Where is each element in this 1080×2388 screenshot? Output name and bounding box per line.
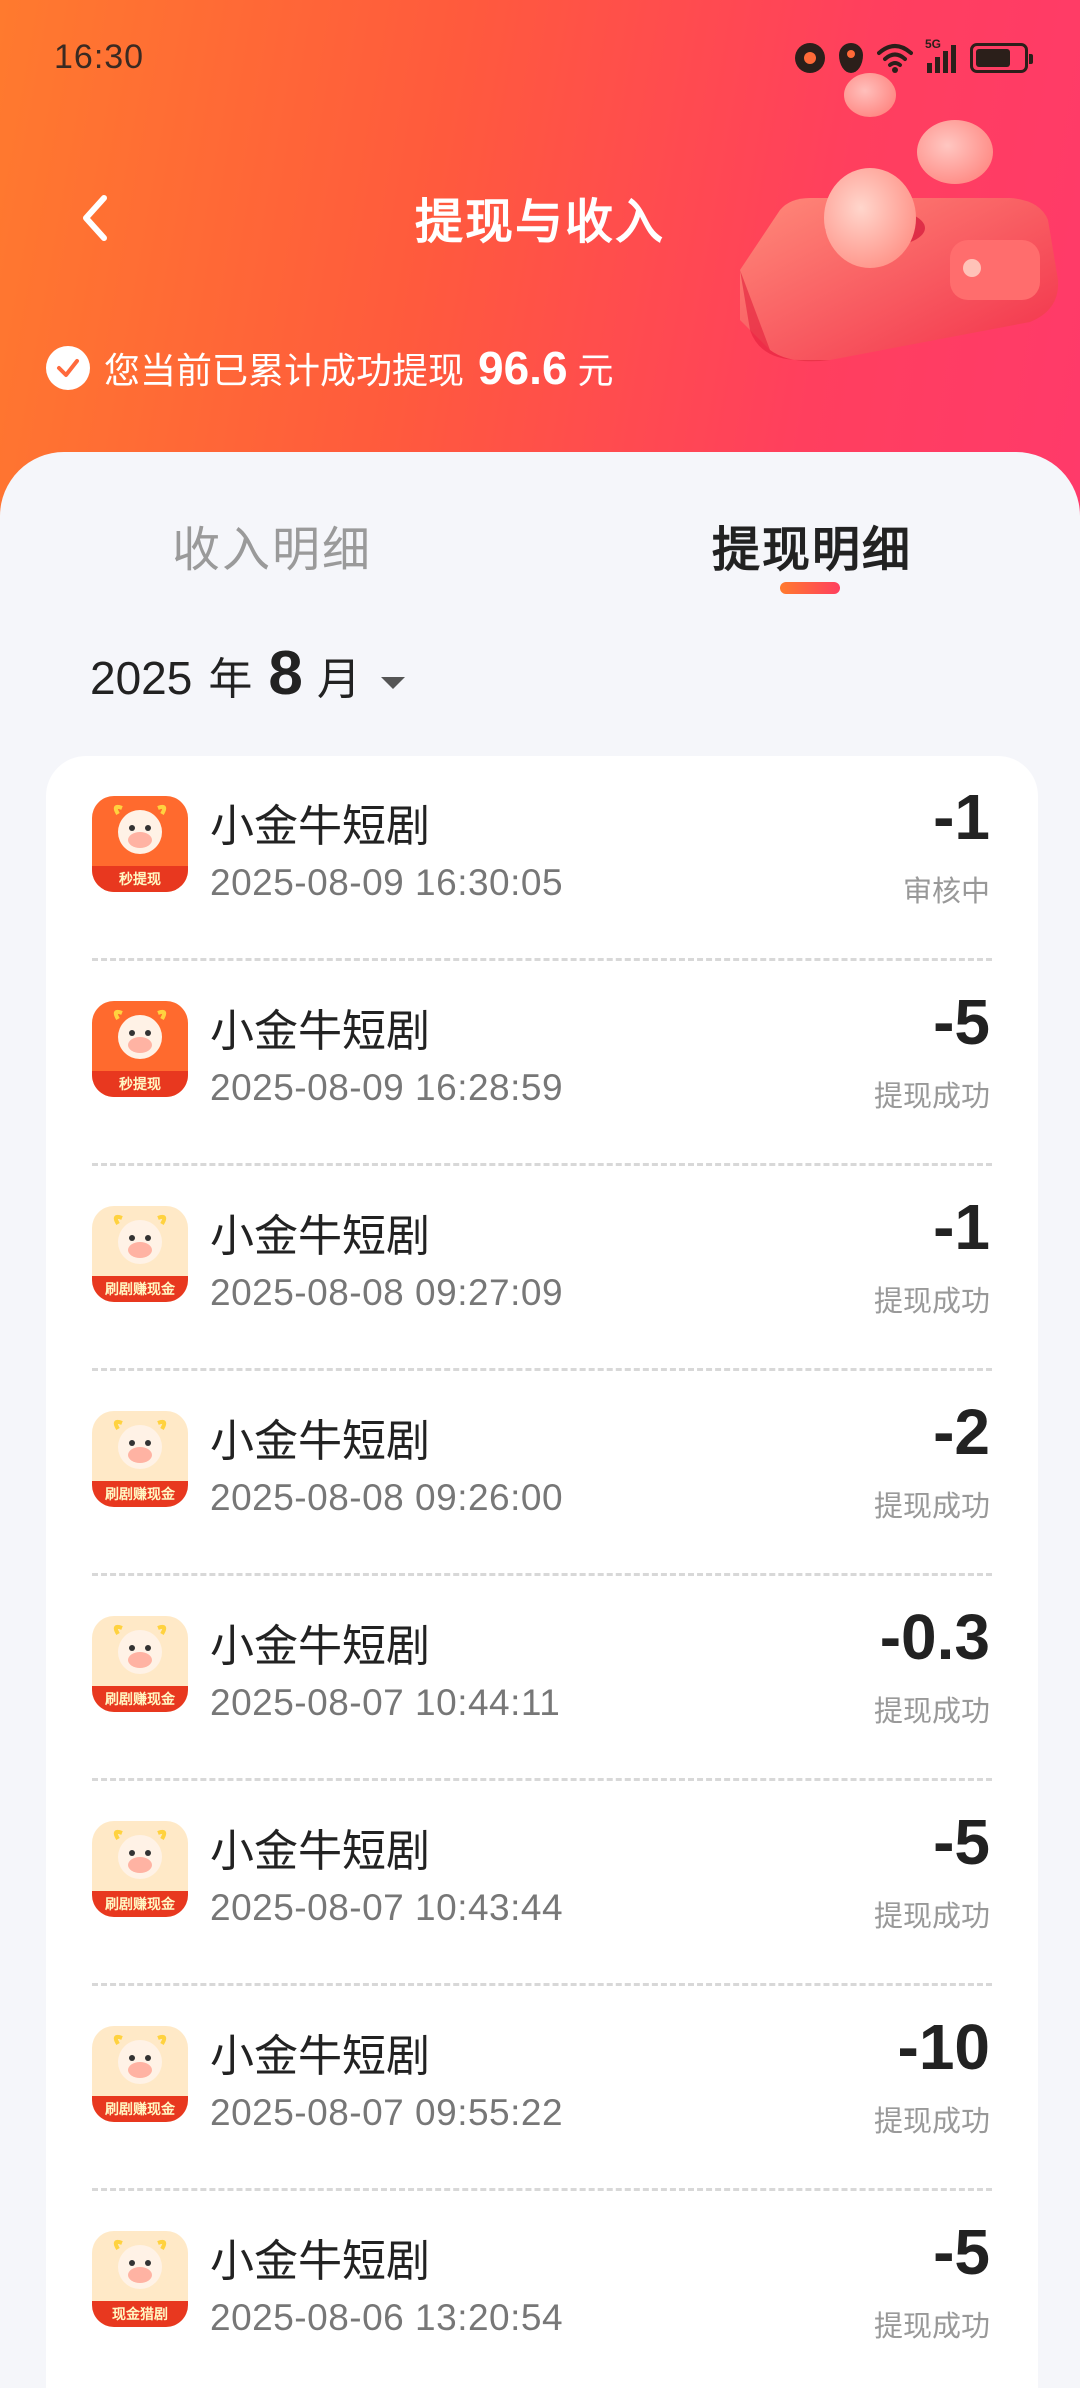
check-circle-icon (46, 346, 90, 390)
content-panel: 收入明细 提现明细 2025 年 8 月 秒提现 小金牛短剧 2025-08-0… (0, 452, 1080, 2388)
summary-unit: 元 (577, 350, 614, 391)
app-icon: 秒提现 (92, 796, 188, 892)
record-amount: -5 (933, 1806, 990, 1878)
record-app-name: 小金牛短剧 (210, 1827, 430, 1876)
month-picker-year-unit: 年 (208, 655, 253, 704)
svg-text:秒提现: 秒提现 (119, 1076, 161, 1093)
record-amount: -0.3 (879, 1601, 990, 1673)
record-app-name: 小金牛短剧 (210, 1417, 430, 1466)
record-time: 2025-08-07 10:43:44 (210, 1887, 564, 1928)
withdraw-record-row[interactable]: 刷剧赚现金 小金牛短剧 2025-08-08 09:26:00 -2 提现成功 (92, 1371, 992, 1576)
record-amount: -1 (933, 781, 990, 853)
app-icon: 刷剧赚现金 (92, 1411, 188, 1507)
withdraw-record-row[interactable]: 刷剧赚现金 小金牛短剧 2025-08-07 09:55:22 -10 提现成功 (92, 1986, 992, 2191)
withdraw-record-row[interactable]: 现金猎剧 小金牛短剧 2025-08-06 13:20:54 -5 提现成功 (92, 2191, 992, 2388)
record-amount: -5 (933, 2216, 990, 2288)
record-status: 提现成功 (873, 2106, 990, 2138)
record-amount: -1 (933, 1191, 990, 1263)
withdraw-record-row[interactable]: 刷剧赚现金 小金牛短剧 2025-08-07 10:44:11 -0.3 提现成… (92, 1576, 992, 1781)
month-picker-month-unit: 月 (316, 655, 361, 704)
active-tab-indicator (780, 582, 840, 594)
svg-text:刷剧赚现金: 刷剧赚现金 (105, 2101, 176, 2118)
app-icon: 刷剧赚现金 (92, 1821, 188, 1917)
svg-text:刷剧赚现金: 刷剧赚现金 (105, 1896, 176, 1913)
status-time: 16:30 (54, 38, 145, 76)
svg-text:刷剧赚现金: 刷剧赚现金 (105, 1691, 176, 1708)
record-status: 提现成功 (873, 1081, 990, 1113)
summary-prefix: 您当前已累计成功提现 (104, 350, 465, 391)
page-title: 提现与收入 (414, 196, 665, 249)
withdraw-record-row[interactable]: 秒提现 小金牛短剧 2025-08-09 16:28:59 -5 提现成功 (92, 961, 992, 1166)
tab-bar: 收入明细 提现明细 (0, 452, 1080, 612)
record-app-name: 小金牛短剧 (210, 2032, 430, 2081)
record-status: 提现成功 (873, 2311, 990, 2343)
month-picker-year: 2025 (90, 652, 193, 704)
record-time: 2025-08-09 16:30:05 (210, 862, 564, 903)
record-status: 提现成功 (873, 1901, 990, 1933)
caret-down-icon (380, 677, 405, 689)
record-time: 2025-08-06 13:20:54 (210, 2297, 564, 2338)
record-app-name: 小金牛短剧 (210, 1212, 430, 1261)
app-icon: 刷剧赚现金 (92, 1206, 188, 1302)
svg-text:现金猎剧: 现金猎剧 (112, 2306, 168, 2323)
app-icon: 秒提现 (92, 1001, 188, 1097)
record-app-name: 小金牛短剧 (210, 1622, 430, 1671)
withdraw-record-row[interactable]: 刷剧赚现金 小金牛短剧 2025-08-08 09:27:09 -1 提现成功 (92, 1166, 992, 1371)
record-time: 2025-08-08 09:27:09 (210, 1272, 564, 1313)
record-time: 2025-08-09 16:28:59 (210, 1067, 564, 1108)
withdraw-record-list: 秒提现 小金牛短剧 2025-08-09 16:30:05 -1 审核中 秒提现… (46, 756, 1038, 2388)
summary-amount: 96.6 (478, 342, 568, 394)
month-picker[interactable]: 2025 年 8 月 (90, 638, 405, 718)
record-time: 2025-08-08 09:26:00 (210, 1477, 564, 1518)
month-picker-month: 8 (268, 639, 303, 708)
record-status: 提现成功 (873, 1491, 990, 1523)
withdraw-record-row[interactable]: 刷剧赚现金 小金牛短剧 2025-08-07 10:43:44 -5 提现成功 (92, 1781, 992, 1986)
record-app-name: 小金牛短剧 (210, 802, 430, 851)
network-type: 5G (925, 37, 942, 51)
record-amount: -2 (933, 1396, 990, 1468)
record-amount: -5 (933, 986, 990, 1058)
withdraw-record-row[interactable]: 秒提现 小金牛短剧 2025-08-09 16:30:05 -1 审核中 (92, 756, 992, 961)
record-time: 2025-08-07 09:55:22 (210, 2092, 564, 2133)
svg-text:刷剧赚现金: 刷剧赚现金 (105, 1486, 176, 1503)
app-icon: 刷剧赚现金 (92, 2026, 188, 2122)
svg-text:刷剧赚现金: 刷剧赚现金 (105, 1281, 176, 1298)
record-status: 提现成功 (873, 1696, 990, 1728)
record-time: 2025-08-07 10:44:11 (210, 1682, 561, 1723)
withdraw-summary: 您当前已累计成功提现 96.6 元 (46, 338, 614, 398)
svg-text:秒提现: 秒提现 (119, 871, 161, 888)
app-icon: 现金猎剧 (92, 2231, 188, 2327)
record-status: 提现成功 (873, 1286, 990, 1318)
tab-income-detail[interactable]: 收入明细 (172, 510, 372, 580)
header-banner: 16:30 5G 提现与收入 您当前已累计成功提现 96.6 元 (0, 0, 1080, 520)
record-amount: -10 (897, 2011, 991, 2083)
record-status: 审核中 (902, 876, 990, 908)
record-app-name: 小金牛短剧 (210, 2237, 430, 2286)
record-app-name: 小金牛短剧 (210, 1007, 430, 1056)
app-icon: 刷剧赚现金 (92, 1616, 188, 1712)
tab-withdraw-detail[interactable]: 提现明细 (712, 510, 912, 580)
